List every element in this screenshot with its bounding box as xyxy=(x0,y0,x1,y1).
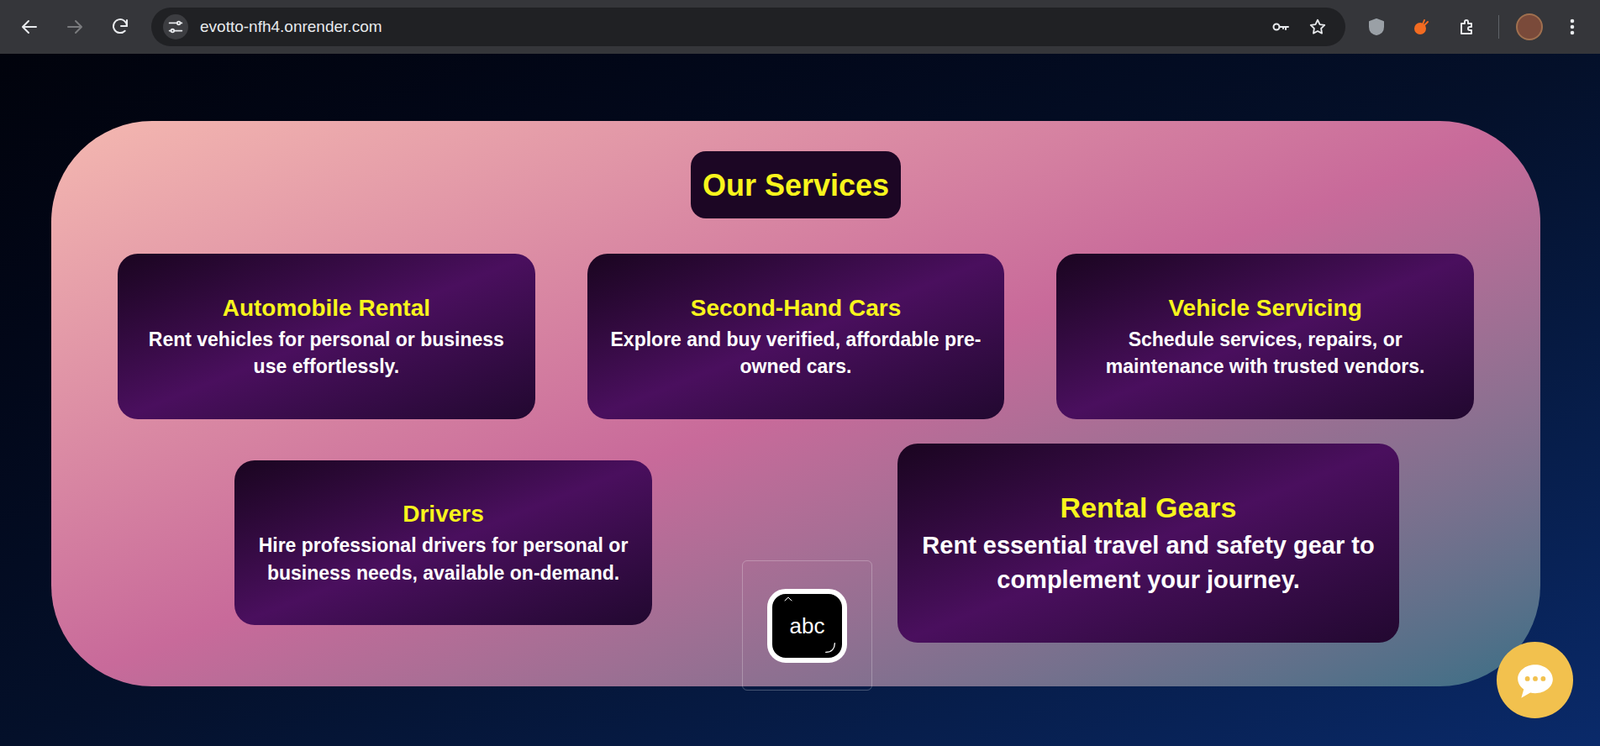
keyboard-icon: abc xyxy=(767,589,848,664)
services-panel: Our Services Automobile RentalRent vehicl… xyxy=(51,121,1541,687)
service-description: Rent essential travel and safety gear to… xyxy=(914,528,1383,597)
service-description: Explore and buy verified, affordable pre… xyxy=(604,326,989,380)
shield-extension-icon[interactable] xyxy=(1362,12,1391,42)
service-card[interactable]: Second-Hand CarsExplore and buy verified… xyxy=(587,253,1006,420)
service-title: Drivers xyxy=(402,499,485,529)
keyboard-label: abc xyxy=(789,615,826,637)
service-title: Rental Gears xyxy=(1060,489,1237,527)
service-description: Hire professional drivers for personal o… xyxy=(251,531,636,586)
orange-extension-icon[interactable] xyxy=(1407,12,1437,42)
browser-toolbar: evotto-nfh4.onrender.com xyxy=(0,0,1600,54)
back-icon[interactable] xyxy=(15,12,44,42)
reload-icon[interactable] xyxy=(105,12,135,42)
service-description: Schedule services, repairs, or maintenan… xyxy=(1073,326,1458,380)
forward-icon[interactable] xyxy=(60,12,90,42)
service-card[interactable]: Vehicle ServicingSchedule services, repa… xyxy=(1056,253,1474,420)
service-card[interactable]: Automobile RentalRent vehicles for perso… xyxy=(117,253,536,420)
service-description: Rent vehicles for personal or business u… xyxy=(134,326,519,380)
services-row: DriversHire professional drivers for per… xyxy=(117,443,1474,643)
services-row: Automobile RentalRent vehicles for perso… xyxy=(117,253,1474,420)
section-title: Our Services xyxy=(690,151,901,219)
star-icon[interactable] xyxy=(1305,14,1331,40)
caret-icon xyxy=(780,595,796,606)
service-title: Automobile Rental xyxy=(222,293,431,323)
chat-button[interactable] xyxy=(1496,642,1574,719)
input-method-badge[interactable]: abc xyxy=(742,560,873,691)
service-card[interactable]: DriversHire professional drivers for per… xyxy=(234,460,653,626)
address-bar[interactable]: evotto-nfh4.onrender.com xyxy=(151,7,1346,47)
url-text: evotto-nfh4.onrender.com xyxy=(200,15,1257,40)
site-info-icon[interactable] xyxy=(163,14,189,40)
menu-dots-icon[interactable] xyxy=(1559,12,1585,42)
page: Our Services Automobile RentalRent vehicl… xyxy=(0,53,1600,746)
chat-icon xyxy=(1514,661,1557,700)
key-icon[interactable] xyxy=(1268,14,1294,40)
extensions-puzzle-icon[interactable] xyxy=(1452,12,1482,42)
profile-avatar-icon[interactable] xyxy=(1515,13,1543,41)
section-title-text: Our Services xyxy=(702,166,890,205)
curl-icon xyxy=(823,641,837,655)
service-title: Second-Hand Cars xyxy=(690,293,902,323)
service-card[interactable]: Rental GearsRent essential travel and sa… xyxy=(897,443,1400,643)
service-title: Vehicle Servicing xyxy=(1168,293,1362,323)
toolbar-divider xyxy=(1498,15,1500,39)
